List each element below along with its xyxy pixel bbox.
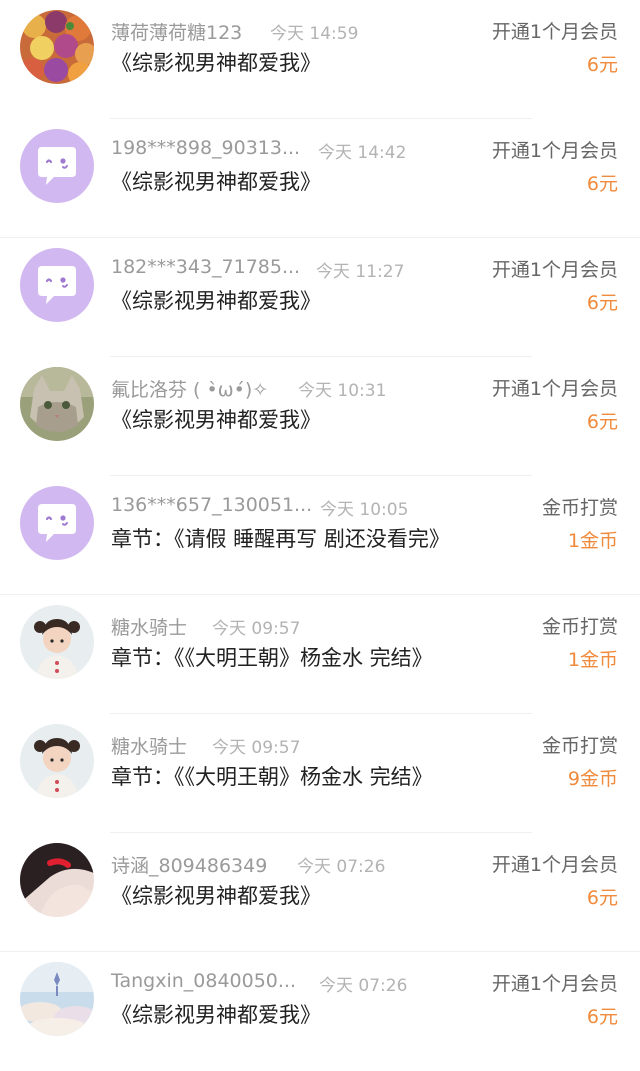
record-title: 章节：《《大明王朝》杨金水 完结》 xyxy=(111,646,433,670)
user-name: 182***343_71785... xyxy=(111,256,301,278)
record-amount: 1金币 xyxy=(567,530,618,552)
list-item[interactable]: 198***898_90313... 今天 14:42 《综影视男神都爱我》 开… xyxy=(0,119,640,238)
list-item[interactable]: Tangxin_0840050... 今天 07:26 《综影视男神都爱我》 开… xyxy=(0,952,640,1071)
list-item[interactable]: 氟比洛芬 ( •̀ω•́)✧ 今天 10:31 《综影视男神都爱我》 开通1个月… xyxy=(0,357,640,476)
record-type: 金币打赏 xyxy=(541,616,618,638)
record-title: 章节：《《大明王朝》杨金水 完结》 xyxy=(111,765,433,789)
user-name: 糖水骑士 xyxy=(111,617,188,639)
user-name: 薄荷薄荷糖123 xyxy=(111,22,243,44)
user-name: 氟比洛芬 ( •̀ω•́)✧ xyxy=(111,379,269,401)
user-name: 136***657_130051... xyxy=(111,494,313,516)
timestamp: 今天 14:42 xyxy=(318,143,407,163)
timestamp: 今天 14:59 xyxy=(270,24,359,44)
record-title: 《综影视男神都爱我》 xyxy=(111,170,321,194)
record-amount: 6元 xyxy=(586,1006,618,1028)
child-photo-avatar[interactable] xyxy=(20,724,94,798)
record-type: 开通1个月会员 xyxy=(491,973,618,995)
default-chat-avatar[interactable] xyxy=(20,129,94,203)
record-title: 《综影视男神都爱我》 xyxy=(111,289,321,313)
record-title: 章节：《请假 睡醒再写 剧还没看完》 xyxy=(111,527,450,551)
user-name: 198***898_90313... xyxy=(111,137,301,159)
sky-photo-avatar[interactable] xyxy=(20,962,94,1036)
list-item[interactable]: 诗涵_809486349 今天 07:26 《综影视男神都爱我》 开通1个月会员… xyxy=(0,833,640,952)
record-type: 开通1个月会员 xyxy=(491,854,618,876)
record-title: 《综影视男神都爱我》 xyxy=(111,1003,321,1027)
portrait-photo-avatar[interactable] xyxy=(20,843,94,917)
user-name: Tangxin_0840050... xyxy=(111,970,297,992)
timestamp: 今天 09:57 xyxy=(212,619,301,639)
record-title: 《综影视男神都爱我》 xyxy=(111,884,321,908)
child-photo-avatar[interactable] xyxy=(20,605,94,679)
record-amount: 6元 xyxy=(586,411,618,433)
default-chat-avatar[interactable] xyxy=(20,248,94,322)
cat-photo-avatar[interactable] xyxy=(20,367,94,441)
user-name: 诗涵_809486349 xyxy=(111,855,268,877)
timestamp: 今天 09:57 xyxy=(212,738,301,758)
record-amount: 9金币 xyxy=(567,768,618,790)
record-type: 金币打赏 xyxy=(541,735,618,757)
list-item[interactable]: 薄荷薄荷糖123 今天 14:59 《综影视男神都爱我》 开通1个月会员 6元 xyxy=(0,0,640,119)
record-amount: 6元 xyxy=(586,54,618,76)
list-item[interactable]: 136***657_130051... 今天 10:05 章节：《请假 睡醒再写… xyxy=(0,476,640,595)
record-amount: 6元 xyxy=(586,887,618,909)
record-type: 开通1个月会员 xyxy=(491,378,618,400)
fruit-photo-avatar[interactable] xyxy=(20,10,94,84)
default-chat-avatar[interactable] xyxy=(20,486,94,560)
list-item[interactable]: 糖水骑士 今天 09:57 章节：《《大明王朝》杨金水 完结》 金币打赏 1金币 xyxy=(0,595,640,714)
record-title: 《综影视男神都爱我》 xyxy=(111,51,321,75)
timestamp: 今天 11:27 xyxy=(316,262,405,282)
record-type: 金币打赏 xyxy=(541,497,618,519)
list-item[interactable]: 糖水骑士 今天 09:57 章节：《《大明王朝》杨金水 完结》 金币打赏 9金币 xyxy=(0,714,640,833)
record-type: 开通1个月会员 xyxy=(491,140,618,162)
record-title: 《综影视男神都爱我》 xyxy=(111,408,321,432)
user-name: 糖水骑士 xyxy=(111,736,188,758)
income-record-list: 薄荷薄荷糖123 今天 14:59 《综影视男神都爱我》 开通1个月会员 6元 … xyxy=(0,0,640,1071)
record-type: 开通1个月会员 xyxy=(491,259,618,281)
record-amount: 1金币 xyxy=(567,649,618,671)
timestamp: 今天 07:26 xyxy=(297,857,386,877)
record-amount: 6元 xyxy=(586,292,618,314)
record-type: 开通1个月会员 xyxy=(491,21,618,43)
list-item[interactable]: 182***343_71785... 今天 11:27 《综影视男神都爱我》 开… xyxy=(0,238,640,357)
timestamp: 今天 07:26 xyxy=(319,976,408,996)
timestamp: 今天 10:31 xyxy=(298,381,387,401)
timestamp: 今天 10:05 xyxy=(320,500,409,520)
record-amount: 6元 xyxy=(586,173,618,195)
